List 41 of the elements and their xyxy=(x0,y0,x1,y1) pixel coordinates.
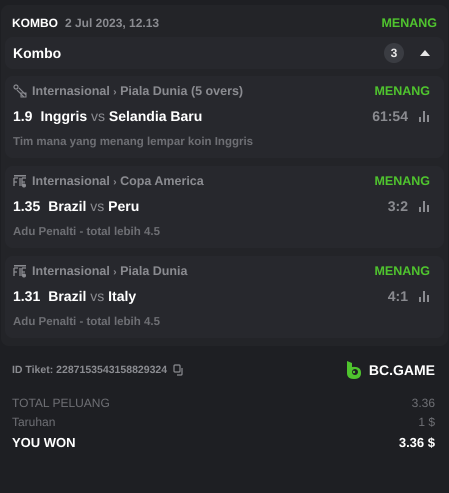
match-score: 4:1 xyxy=(388,288,408,304)
league-path: Internasional › Piala Dunia (5 overs) xyxy=(32,84,244,98)
count-badge: 3 xyxy=(384,43,404,63)
bet-date: 2 Jul 2023, 12.13 xyxy=(65,16,160,30)
match-teams: Brazil vs Italy xyxy=(48,288,136,304)
match-score: 61:54 xyxy=(372,108,408,124)
match-odds: 1.9 xyxy=(13,108,32,124)
match-teams: Brazil vs Peru xyxy=(48,198,140,214)
logo-icon xyxy=(344,360,363,380)
summary-label: TOTAL PELUANG xyxy=(12,396,110,410)
stats-icon[interactable] xyxy=(418,110,430,122)
league-logo-icon xyxy=(13,264,27,278)
bet-status: MENANG xyxy=(381,16,437,30)
copy-icon[interactable] xyxy=(173,364,186,376)
match-teams: Inggris vs Selandia Baru xyxy=(40,108,202,124)
summary-label: Taruhan xyxy=(12,415,56,429)
match-score: 3:2 xyxy=(388,198,408,214)
brand-name: BC.GAME xyxy=(368,362,435,378)
summary-value: 3.36 xyxy=(412,396,435,410)
league-path: Internasional › Copa America xyxy=(32,174,204,188)
match-status: MENANG xyxy=(374,264,430,278)
combo-header[interactable]: Kombo 3 xyxy=(5,37,444,69)
caret-icon[interactable] xyxy=(420,50,430,56)
summary-label: YOU WON xyxy=(12,435,76,450)
bet-type: KOMBO xyxy=(12,16,58,30)
match-status: MENANG xyxy=(374,174,430,188)
league-path: Internasional › Piala Dunia xyxy=(32,264,188,278)
summary-value: 1 $ xyxy=(418,415,435,429)
selection-text: Adu Penalti - total lebih 4.5 xyxy=(13,226,161,238)
match-odds: 1.35 xyxy=(13,198,40,214)
summary-value: 3.36 $ xyxy=(398,435,435,450)
ticket-id: ID Tiket: 2287153543158829324 xyxy=(12,364,168,376)
stats-icon[interactable] xyxy=(418,290,430,302)
match-odds: 1.31 xyxy=(13,288,40,304)
selection-text: Adu Penalti - total lebih 4.5 xyxy=(13,316,161,328)
combo-title: Kombo xyxy=(13,45,62,61)
stats-icon[interactable] xyxy=(418,200,430,212)
cricket-icon xyxy=(13,84,27,98)
selection-text: Tim mana yang menang lempar koin Inggris xyxy=(13,136,254,148)
match-status: MENANG xyxy=(374,84,430,98)
league-logo-icon xyxy=(13,174,27,188)
